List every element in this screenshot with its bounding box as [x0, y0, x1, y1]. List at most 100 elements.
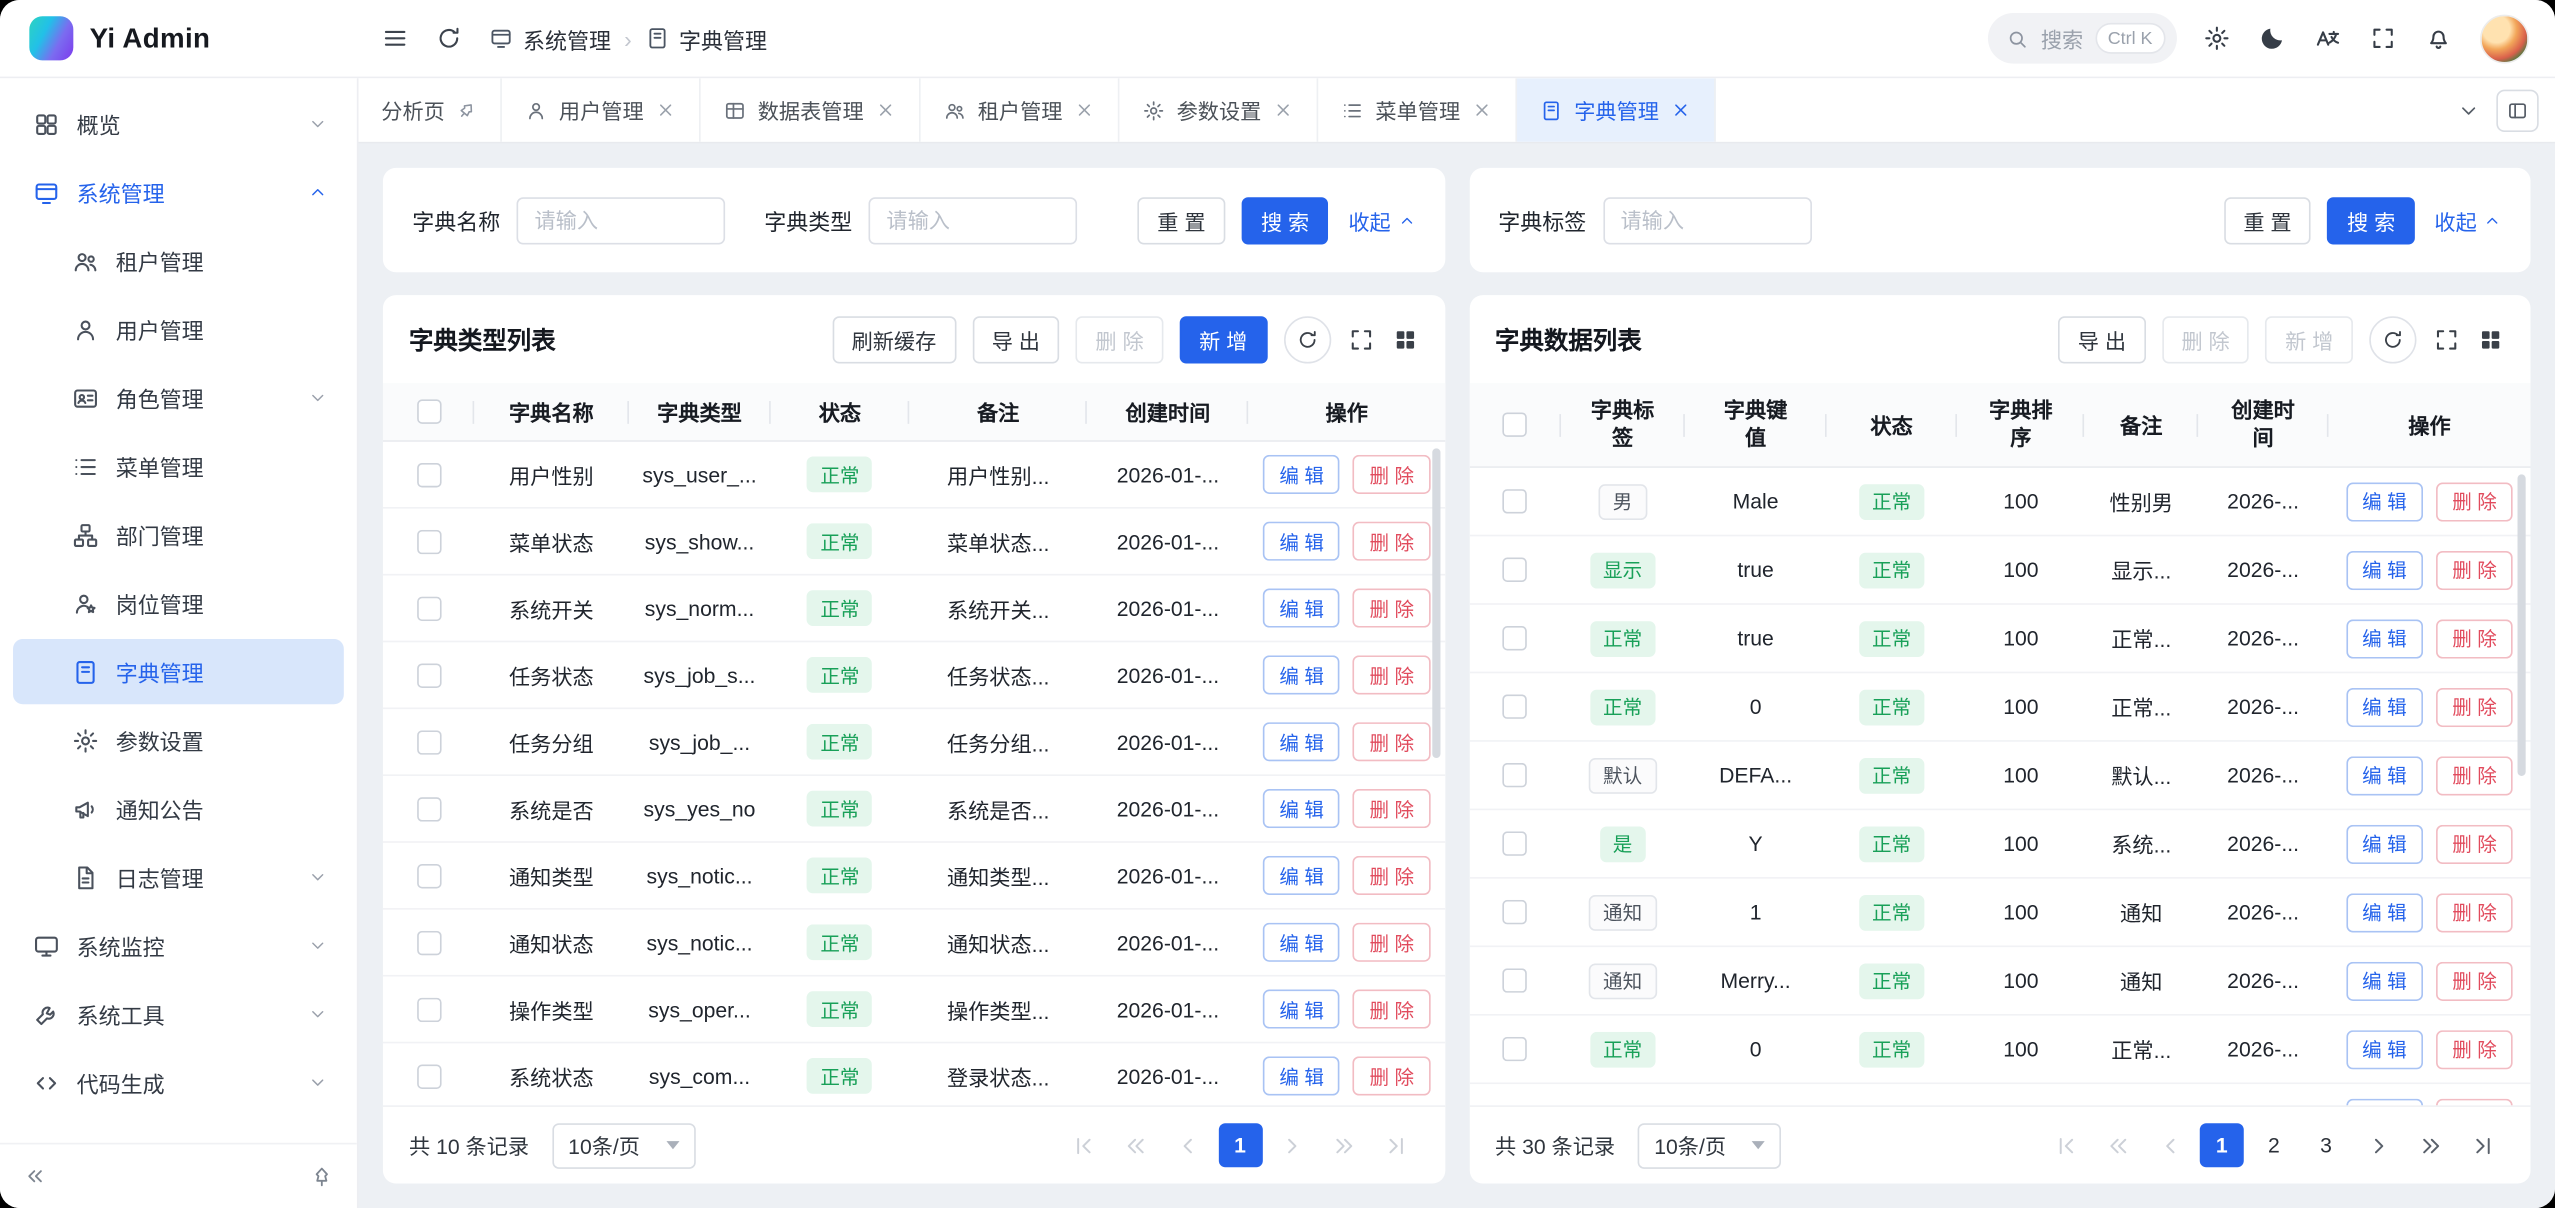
row-checkbox[interactable] — [1502, 1037, 1526, 1061]
notifications-bell-icon[interactable] — [2425, 24, 2453, 52]
next-page-button[interactable] — [2356, 1123, 2400, 1167]
delete-button[interactable]: 删 除 — [1353, 856, 1430, 895]
pin-icon[interactable] — [452, 95, 482, 125]
row-checkbox[interactable] — [416, 997, 440, 1021]
edit-button[interactable]: 编 辑 — [1263, 923, 1340, 962]
sidebar-item[interactable]: 菜单管理 — [13, 434, 344, 499]
row-checkbox[interactable] — [416, 462, 440, 486]
delete-button[interactable]: 删 除 — [2436, 619, 2513, 658]
row-checkbox[interactable] — [416, 796, 440, 820]
select-all-checkbox[interactable] — [1502, 412, 1526, 436]
sidebar-item[interactable]: 部门管理 — [13, 502, 344, 567]
row-checkbox[interactable] — [416, 1064, 440, 1088]
edit-button[interactable]: 编 辑 — [1263, 455, 1340, 494]
delete-button[interactable]: 删 除 — [2436, 1029, 2513, 1068]
delete-button[interactable]: 删 除 — [1353, 789, 1430, 828]
pin-sidebar-icon[interactable] — [310, 1164, 334, 1188]
delete-button[interactable]: 删 除 — [1353, 990, 1430, 1029]
delete-button[interactable]: 删 除 — [2436, 756, 2513, 795]
edit-button[interactable]: 编 辑 — [2346, 687, 2423, 726]
table-scrollbar-thumb[interactable] — [2518, 474, 2526, 776]
settings-icon[interactable] — [2203, 24, 2231, 52]
edit-button[interactable]: 编 辑 — [1263, 655, 1340, 694]
filter-input[interactable] — [1603, 196, 1812, 243]
tab-item[interactable]: 数据表管理 — [701, 78, 921, 142]
page-size-select[interactable]: 10条/页 — [552, 1122, 695, 1168]
edit-button[interactable]: 编 辑 — [2346, 482, 2423, 521]
reset-button[interactable]: 重 置 — [2224, 196, 2311, 243]
sidebar-item[interactable]: 系统监控 — [13, 913, 344, 978]
close-tab-icon[interactable] — [1670, 99, 1691, 120]
refresh-cache-button[interactable]: 刷新缓存 — [832, 315, 956, 362]
row-checkbox[interactable] — [1502, 968, 1526, 992]
edit-button[interactable]: 编 辑 — [2346, 824, 2423, 863]
edit-button[interactable]: 编 辑 — [1263, 1056, 1340, 1095]
reload-table-button[interactable] — [2369, 315, 2416, 362]
close-tab-icon[interactable] — [655, 99, 676, 120]
edit-button[interactable]: 编 辑 — [2346, 1029, 2423, 1068]
tab-item[interactable]: 用户管理 — [502, 78, 701, 142]
edit-button[interactable]: 编 辑 — [2346, 893, 2423, 932]
search-button[interactable]: 搜 索 — [1241, 196, 1328, 243]
fullscreen-icon[interactable] — [2369, 24, 2397, 52]
close-tab-icon[interactable] — [875, 99, 896, 120]
column-settings-button[interactable] — [2477, 325, 2505, 353]
edit-button[interactable]: 编 辑 — [1263, 990, 1340, 1029]
filter-input[interactable] — [869, 196, 1078, 243]
hamburger-menu-icon[interactable] — [381, 24, 409, 52]
sidebar-item[interactable]: 字典管理 — [13, 639, 344, 704]
reload-table-button[interactable] — [1283, 315, 1330, 362]
table-scrollbar-thumb[interactable] — [1431, 448, 1439, 758]
close-tab-icon[interactable] — [1273, 99, 1294, 120]
sidebar-item[interactable]: 角色管理 — [13, 365, 344, 430]
edit-button[interactable]: 编 辑 — [2346, 550, 2423, 589]
collapse-filters-link[interactable]: 收起 — [2434, 205, 2501, 236]
select-all-checkbox[interactable] — [416, 399, 440, 423]
edit-button[interactable]: 编 辑 — [2346, 961, 2423, 1000]
sidebar-item[interactable]: 日志管理 — [13, 844, 344, 909]
row-checkbox[interactable] — [416, 930, 440, 954]
delete-button[interactable]: 删 除 — [2436, 824, 2513, 863]
language-icon[interactable] — [2314, 24, 2342, 52]
filter-input[interactable] — [517, 196, 726, 243]
row-checkbox[interactable] — [416, 529, 440, 553]
edit-button[interactable]: 编 辑 — [2346, 619, 2423, 658]
tab-item[interactable]: 菜单管理 — [1318, 78, 1517, 142]
search-button[interactable]: 搜 索 — [2327, 196, 2414, 243]
delete-button[interactable]: 删 除 — [2436, 550, 2513, 589]
row-checkbox[interactable] — [1502, 558, 1526, 582]
tab-item[interactable]: 分析页 — [358, 78, 501, 142]
row-checkbox[interactable] — [416, 863, 440, 887]
tab-item[interactable]: 字典管理 — [1517, 78, 1716, 142]
page-number-button[interactable]: 3 — [2304, 1123, 2348, 1167]
export-button[interactable]: 导 出 — [2058, 315, 2145, 362]
fullscreen-table-button[interactable] — [1347, 325, 1375, 353]
delete-button[interactable]: 删 除 — [1353, 589, 1430, 628]
page-number-button[interactable]: 2 — [2252, 1123, 2296, 1167]
delete-button[interactable]: 删 除 — [2436, 482, 2513, 521]
breadcrumb-item[interactable]: 字典管理 — [645, 22, 767, 55]
refresh-page-icon[interactable] — [435, 24, 463, 52]
row-checkbox[interactable] — [416, 596, 440, 620]
sidebar-item[interactable]: 概览 — [13, 91, 344, 156]
edit-button[interactable]: 编 辑 — [1263, 589, 1340, 628]
theme-moon-icon[interactable] — [2258, 24, 2286, 52]
row-checkbox[interactable] — [1502, 763, 1526, 787]
collapse-filters-link[interactable]: 收起 — [1348, 205, 1415, 236]
delete-button[interactable]: 删 除 — [1353, 455, 1430, 494]
delete-button[interactable]: 删 除 — [2436, 893, 2513, 932]
row-checkbox[interactable] — [416, 730, 440, 754]
sidebar-item[interactable]: 通知公告 — [13, 776, 344, 841]
sidebar-item[interactable]: 参数设置 — [13, 708, 344, 773]
delete-button[interactable]: 删 除 — [1353, 1056, 1430, 1095]
sidebar-item[interactable]: 系统工具 — [13, 981, 344, 1046]
tab-item[interactable]: 参数设置 — [1120, 78, 1319, 142]
page-number-button[interactable]: 1 — [2200, 1123, 2244, 1167]
delete-button[interactable]: 删 除 — [2436, 1098, 2513, 1105]
breadcrumb-item[interactable]: 系统管理 — [489, 22, 611, 55]
edit-button[interactable]: 编 辑 — [1263, 856, 1340, 895]
close-tab-icon[interactable] — [1074, 99, 1095, 120]
edit-button[interactable]: 编 辑 — [2346, 1098, 2423, 1105]
close-tab-icon[interactable] — [1472, 99, 1493, 120]
page-number-button[interactable]: 1 — [1218, 1123, 1262, 1167]
